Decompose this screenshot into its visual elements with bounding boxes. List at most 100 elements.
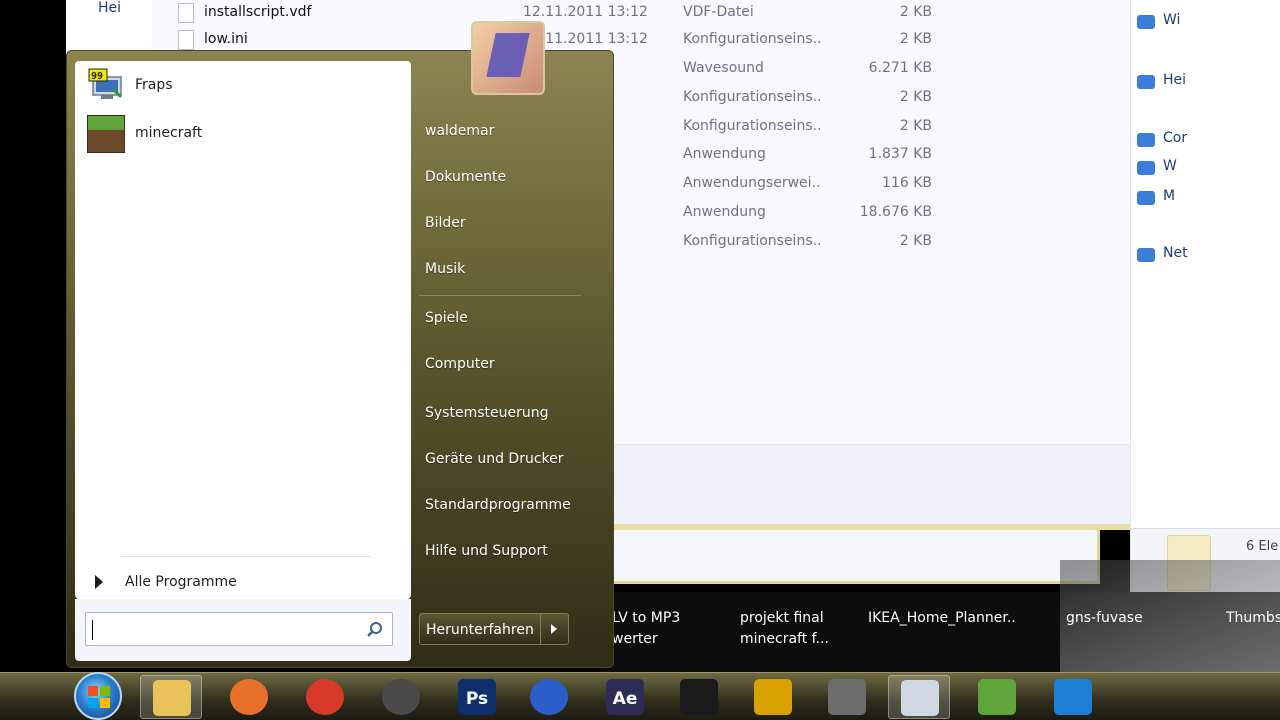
- start-button[interactable]: [74, 672, 122, 720]
- desktop-icon[interactable]: LV to MP3 werter: [612, 608, 680, 650]
- window-under-strip: [600, 530, 1100, 584]
- taskbar-button-gimp[interactable]: [816, 675, 878, 719]
- file-type: Konfigurationseins..: [683, 118, 822, 134]
- nav-icon: [1137, 133, 1155, 147]
- desktop-icon[interactable]: gns-fuvase: [1066, 608, 1143, 629]
- nav-icon: [1137, 15, 1155, 29]
- taskbar-button-globe[interactable]: [518, 675, 580, 719]
- all-programs-button[interactable]: Alle Programme: [85, 569, 385, 595]
- taskbar-button-program[interactable]: [742, 675, 804, 719]
- file-type: VDF-Datei: [683, 4, 754, 20]
- start-search-input[interactable]: [92, 619, 352, 639]
- nav-item[interactable]: Cor: [1163, 130, 1187, 146]
- desktop-icon-label: LV to MP3: [612, 610, 681, 626]
- file-size: 116 KB: [882, 175, 932, 191]
- desktop-icon-label: gns-fuvase: [1066, 610, 1143, 626]
- media-icon: [680, 679, 718, 715]
- program-icon: [754, 679, 792, 715]
- file-name: installscript.vdf: [204, 4, 312, 20]
- file-type: Konfigurationseins..: [683, 31, 822, 47]
- start-place-label: Computer: [425, 356, 495, 372]
- start-place-label: Bilder: [425, 215, 466, 231]
- taskbar-button-after-effects[interactable]: Ae: [594, 675, 656, 719]
- explorer-window-right: Wi Hei Cor W M Net 6 Ele: [1130, 0, 1280, 600]
- ccleaner-icon: [306, 679, 344, 715]
- desktop-icon[interactable]: IKEA_Home_Planner..: [868, 608, 1016, 629]
- file-type: Anwendung: [683, 146, 766, 162]
- file-date: 12.11.2011 13:12: [523, 4, 648, 20]
- taskbar-button-photoshop[interactable]: Ps: [446, 675, 508, 719]
- arrow-right-icon: [95, 575, 103, 589]
- gimp-icon: [828, 679, 866, 715]
- taskbar-button-ccleaner[interactable]: [294, 675, 356, 719]
- desktop-icon-label: Thumbs: [1226, 610, 1280, 626]
- folder-icon: [153, 680, 191, 716]
- pinned-item-label: minecraft: [135, 125, 203, 141]
- start-place-label: Geräte und Drucker: [425, 451, 564, 467]
- pinned-item-minecraft[interactable]: minecraft: [79, 111, 403, 157]
- file-size: 2 KB: [899, 118, 932, 134]
- pinned-item-label: Fraps: [135, 77, 173, 93]
- start-menu-programs-pane: 99 Fraps minecraft Alle Programme: [75, 61, 411, 599]
- start-place-label: Standardprogramme: [425, 497, 571, 513]
- user-picture[interactable]: [471, 21, 545, 95]
- taskbar-button-firefox[interactable]: [218, 675, 280, 719]
- file-size: 6.271 KB: [868, 60, 932, 76]
- search-icon[interactable]: [366, 621, 384, 639]
- taskbar-button-media[interactable]: [668, 675, 730, 719]
- nav-item[interactable]: M: [1163, 188, 1175, 204]
- start-place-label: Systemsteuerung: [425, 405, 549, 421]
- desktop-icon[interactable]: Thumbs: [1226, 608, 1280, 629]
- desktop-icon-label: projekt final: [740, 610, 824, 626]
- file-size: 2 KB: [899, 233, 932, 249]
- desktop-icon-label: IKEA_Home_Planner..: [868, 610, 1016, 626]
- minecraft-icon: [87, 115, 125, 153]
- taskbar-button-steam[interactable]: [370, 675, 432, 719]
- start-place-label: waldemar: [425, 123, 495, 139]
- desktop-left-edge: [0, 0, 66, 672]
- nav-icon: [1137, 191, 1155, 205]
- nav-item[interactable]: Net: [1163, 245, 1188, 261]
- pinned-item-fraps[interactable]: 99 Fraps: [79, 63, 403, 109]
- file-type: Konfigurationseins..: [683, 233, 822, 249]
- nav-icon: [1137, 161, 1155, 175]
- start-place-label: Hilfe und Support: [425, 543, 548, 559]
- nav-icon: [1137, 248, 1155, 262]
- item-count: 6 Ele: [1246, 539, 1279, 554]
- file-type: Wavesound: [683, 60, 764, 76]
- steam-icon: [382, 679, 420, 715]
- desktop-icon-label: werter: [612, 631, 658, 647]
- file-size: 18.676 KB: [859, 204, 932, 220]
- taskbar-button-fraps[interactable]: [888, 675, 950, 719]
- file-size: 1.837 KB: [868, 146, 932, 162]
- all-programs-label: Alle Programme: [125, 574, 237, 590]
- taskbar-icon-text: Ps: [465, 689, 489, 709]
- taskbar-icon-text: Ae: [612, 689, 638, 709]
- desktop-icon[interactable]: projekt final minecraft f...: [740, 608, 829, 650]
- start-search-box[interactable]: [85, 612, 393, 646]
- file-icon: [178, 30, 194, 50]
- globe-icon: [530, 679, 568, 715]
- file-size: 2 KB: [899, 89, 932, 105]
- taskbar-button-ie[interactable]: [1042, 675, 1104, 719]
- start-search-area: [75, 599, 411, 661]
- shutdown-options-button[interactable]: [540, 614, 568, 644]
- file-icon: [178, 3, 194, 23]
- divider: [419, 295, 581, 296]
- nav-item[interactable]: W: [1163, 158, 1177, 174]
- start-place-label: Spiele: [425, 310, 468, 326]
- file-type: Konfigurationseins..: [683, 89, 822, 105]
- file-type: Anwendungserwei..: [683, 175, 821, 191]
- shutdown-button[interactable]: Herunterfahren: [419, 613, 569, 645]
- start-place-label: Musik: [425, 261, 466, 277]
- taskbar-button-minecraft[interactable]: [966, 675, 1028, 719]
- taskbar-button-folder[interactable]: [140, 675, 202, 719]
- after-effects-icon: Ae: [606, 679, 644, 715]
- fraps-icon: [901, 680, 939, 716]
- windows-logo-icon: [88, 686, 98, 696]
- nav-item[interactable]: Wi: [1163, 12, 1180, 28]
- desktop-icon-label: minecraft f...: [740, 631, 829, 647]
- nav-item[interactable]: Hei: [1163, 72, 1186, 88]
- file-type: Anwendung: [683, 204, 766, 220]
- divider: [121, 556, 371, 557]
